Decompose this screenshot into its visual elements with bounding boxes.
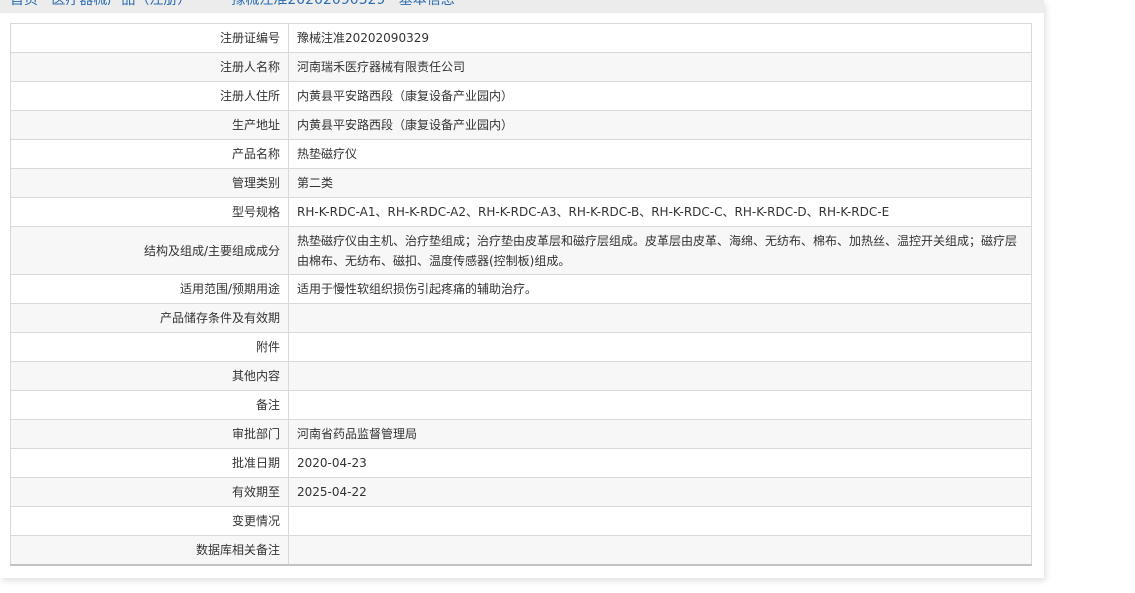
field-label: 产品名称 bbox=[10, 139, 289, 169]
field-label: 生产地址 bbox=[10, 110, 289, 140]
field-value: RH-K-RDC-A1、RH-K-RDC-A2、RH-K-RDC-A3、RH-K… bbox=[288, 197, 1032, 227]
table-row: 注册人名称 河南瑞禾医疗器械有限责任公司 bbox=[10, 52, 1032, 82]
table-row: 产品名称 热垫磁疗仪 bbox=[10, 139, 1032, 169]
field-value bbox=[288, 361, 1032, 391]
field-value: 内黄县平安路西段（康复设备产业园内） bbox=[288, 110, 1032, 140]
table-row: 变更情况 bbox=[10, 506, 1032, 536]
field-label: 变更情况 bbox=[10, 506, 289, 536]
field-value: 适用于慢性软组织损伤引起疼痛的辅助治疗。 bbox=[288, 274, 1032, 304]
field-value bbox=[288, 303, 1032, 333]
table-row: 有效期至 2025-04-22 bbox=[10, 477, 1032, 507]
field-value: 热垫磁疗仪由主机、治疗垫组成；治疗垫由皮革层和磁疗层组成。皮革层由皮革、海绵、无… bbox=[288, 226, 1032, 275]
field-value: 河南省药品监督管理局 bbox=[288, 419, 1032, 449]
table-row: 附件 bbox=[10, 332, 1032, 362]
field-label: 数据库相关备注 bbox=[10, 535, 289, 566]
field-label: 管理类别 bbox=[10, 168, 289, 198]
detail-panel: 首页 · 医疗器械产品（注册） 豫械注准20202090329 · 基本信息 注册… bbox=[0, 0, 1044, 578]
table-row: 批准日期 2020-04-23 bbox=[10, 448, 1032, 478]
field-label: 注册证编号 bbox=[10, 23, 289, 53]
field-label: 产品储存条件及有效期 bbox=[10, 303, 289, 333]
field-label: 结构及组成/主要组成成分 bbox=[10, 226, 289, 275]
breadcrumb-bar: 首页 · 医疗器械产品（注册） 豫械注准20202090329 · 基本信息 bbox=[0, 0, 1044, 13]
table-row: 备注 bbox=[10, 390, 1032, 420]
breadcrumb: 首页 · 医疗器械产品（注册） 豫械注准20202090329 · 基本信息 bbox=[10, 0, 455, 9]
registration-detail-table: 注册证编号 豫械注准20202090329 注册人名称 河南瑞禾医疗器械有限责任公司… bbox=[10, 23, 1032, 566]
field-label: 审批部门 bbox=[10, 419, 289, 449]
table-row: 产品储存条件及有效期 bbox=[10, 303, 1032, 333]
field-label: 型号规格 bbox=[10, 197, 289, 227]
field-value: 2025-04-22 bbox=[288, 477, 1032, 507]
table-row: 结构及组成/主要组成成分 热垫磁疗仪由主机、治疗垫组成；治疗垫由皮革层和磁疗层组成… bbox=[10, 226, 1032, 275]
field-label: 有效期至 bbox=[10, 477, 289, 507]
field-value bbox=[288, 390, 1032, 420]
table-row: 注册证编号 豫械注准20202090329 bbox=[10, 23, 1032, 53]
field-value: 热垫磁疗仪 bbox=[288, 139, 1032, 169]
field-label: 注册人名称 bbox=[10, 52, 289, 82]
field-label: 其他内容 bbox=[10, 361, 289, 391]
field-value bbox=[288, 506, 1032, 536]
field-label: 批准日期 bbox=[10, 448, 289, 478]
field-value: 2020-04-23 bbox=[288, 448, 1032, 478]
breadcrumb-current: 豫械注准20202090329 · 基本信息 bbox=[231, 0, 455, 8]
field-label: 适用范围/预期用途 bbox=[10, 274, 289, 304]
field-value bbox=[288, 535, 1032, 566]
field-label: 备注 bbox=[10, 390, 289, 420]
table-row: 注册人住所 内黄县平安路西段（康复设备产业园内） bbox=[10, 81, 1032, 111]
field-label: 注册人住所 bbox=[10, 81, 289, 111]
field-value: 豫械注准20202090329 bbox=[288, 23, 1032, 53]
table-row: 其他内容 bbox=[10, 361, 1032, 391]
table-row: 生产地址 内黄县平安路西段（康复设备产业园内） bbox=[10, 110, 1032, 140]
table-row: 审批部门 河南省药品监督管理局 bbox=[10, 419, 1032, 449]
table-row: 数据库相关备注 bbox=[10, 535, 1032, 566]
field-label: 附件 bbox=[10, 332, 289, 362]
field-value bbox=[288, 332, 1032, 362]
breadcrumb-link[interactable]: 首页 · 医疗器械产品（注册） bbox=[10, 0, 191, 8]
field-value: 河南瑞禾医疗器械有限责任公司 bbox=[288, 52, 1032, 82]
table-row: 型号规格 RH-K-RDC-A1、RH-K-RDC-A2、RH-K-RDC-A3、… bbox=[10, 197, 1032, 227]
table-row: 适用范围/预期用途 适用于慢性软组织损伤引起疼痛的辅助治疗。 bbox=[10, 274, 1032, 304]
field-value: 内黄县平安路西段（康复设备产业园内） bbox=[288, 81, 1032, 111]
table-row: 管理类别 第二类 bbox=[10, 168, 1032, 198]
field-value: 第二类 bbox=[288, 168, 1032, 198]
